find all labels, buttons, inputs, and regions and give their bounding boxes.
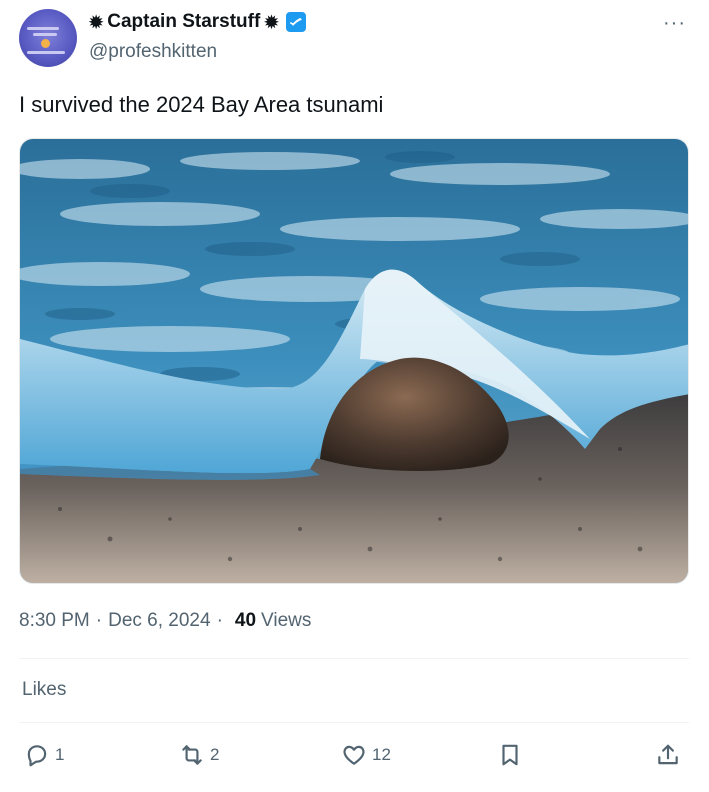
reply-button[interactable]: 1 [24,742,64,768]
action-bar: 1 2 12 [0,742,709,778]
divider [19,722,689,723]
reply-icon [27,745,47,767]
meta-separator: · [95,610,103,631]
tweet-text: I survived the 2024 Bay Area tsunami [19,92,384,117]
user-handle[interactable]: @profeshkitten [89,41,217,63]
heart-icon [343,745,365,765]
photo-wave-over-rock-icon [20,139,688,583]
verified-badge-icon [285,12,306,32]
like-button[interactable]: 12 [341,742,391,768]
views-count: 40 [234,610,257,631]
likes-link[interactable]: Likes [22,679,66,701]
like-count: 12 [372,745,391,764]
divider [19,658,689,659]
views-label: Views [261,610,312,631]
bookmark-icon [502,744,518,766]
tweet-photo[interactable] [19,138,689,584]
share-icon [658,744,678,765]
tweet-time[interactable]: 8:30 PM [19,610,90,632]
tweet-date[interactable]: Dec 6, 2024 [108,610,210,632]
meta-separator: · [216,610,223,631]
display-name[interactable]: Captain Starstuff [107,11,260,33]
retweet-icon [182,745,202,765]
avatar[interactable] [19,9,77,67]
share-button[interactable] [655,742,681,768]
reply-count: 1 [55,745,65,764]
display-name-row[interactable]: ✹ Captain Starstuff ✹ [89,11,307,33]
bookmark-button[interactable] [497,742,523,768]
more-options-icon[interactable]: ··· [663,12,686,35]
starburst-icon: ✹ [89,12,104,32]
retweet-button[interactable]: 2 [179,742,219,768]
tweet-meta: 8:30 PM · Dec 6, 2024 · 40 Views [19,610,311,632]
starburst-icon: ✹ [264,12,279,32]
retweet-count: 2 [210,745,220,764]
